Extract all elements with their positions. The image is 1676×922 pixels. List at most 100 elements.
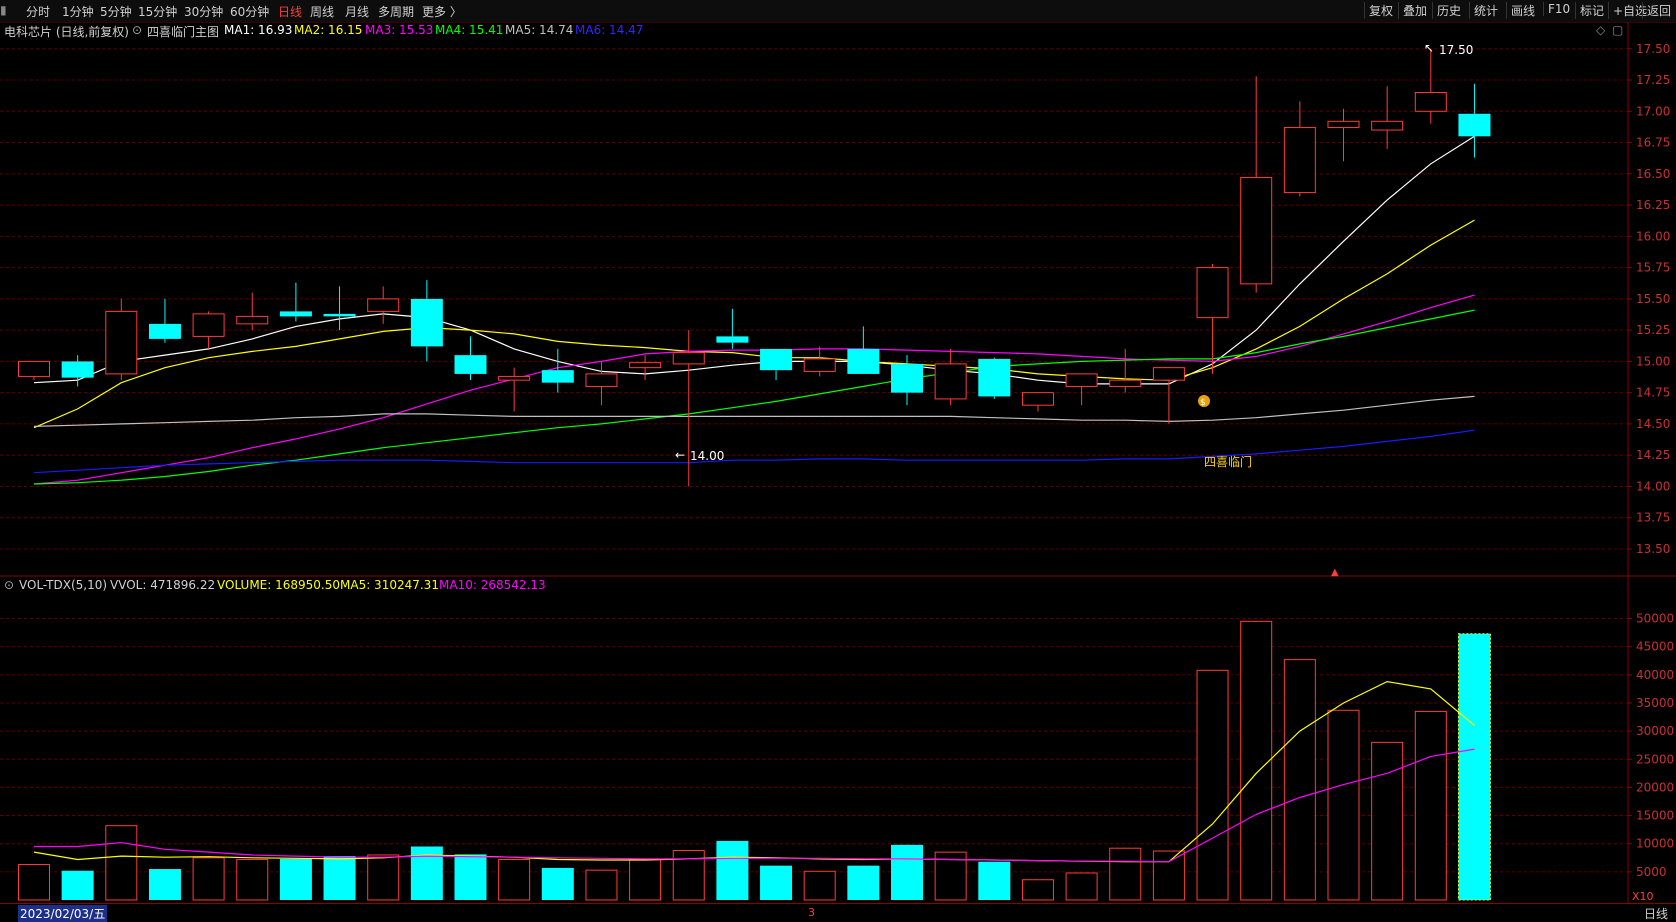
history-button[interactable]: 历史	[1432, 2, 1465, 19]
volume-tick-label: 15000	[1636, 809, 1674, 823]
period-tab-monthly[interactable]: 月线	[345, 3, 369, 20]
candle-body	[1196, 267, 1229, 319]
window-icon[interactable]: ▢	[1612, 23, 1623, 37]
overlay-button[interactable]: 叠加	[1398, 2, 1431, 19]
money-bag-icon	[1198, 395, 1210, 407]
candle	[847, 326, 880, 374]
projected-volume-outline	[1457, 633, 1491, 901]
volume-bars	[18, 620, 1491, 901]
volume-value: VOLUME: 168950.50	[217, 578, 340, 592]
period-tab-60min[interactable]: 60分钟	[230, 3, 269, 20]
period-tab-intraday[interactable]: 分时	[26, 3, 50, 20]
cursor-date: 2023/02/03/五	[18, 905, 108, 922]
vol-ma10-value: MA10: 268542.13	[439, 578, 546, 592]
volume-ma-line-ma10	[34, 748, 1475, 863]
candle	[1240, 76, 1273, 293]
f10-button[interactable]: F10	[1543, 2, 1574, 16]
candle	[1152, 367, 1185, 424]
volume-tick-label: 5000	[1636, 865, 1667, 879]
candle	[1458, 83, 1491, 158]
candle-body	[367, 298, 400, 312]
period-tab-more[interactable]: 更多 〉	[422, 3, 462, 20]
volume-tick-label: 40000	[1636, 668, 1674, 682]
ma1-value: MA1: 16.93	[224, 23, 293, 37]
collapse-icon[interactable]: ⊙	[132, 23, 142, 37]
price-tick-label: 15.25	[1636, 323, 1670, 337]
candle	[1065, 373, 1098, 406]
ma-line-ma6	[33, 429, 1475, 474]
price-tick-label: 15.50	[1636, 292, 1670, 306]
price-tick-label: 15.00	[1636, 354, 1670, 368]
volume-bar	[1414, 710, 1447, 901]
up-marker-icon: ▲	[1331, 567, 1339, 578]
price-tick-label: 14.75	[1636, 386, 1670, 400]
candle	[498, 367, 531, 412]
grid-lines	[0, 22, 1676, 903]
back-button[interactable]: 返回	[1642, 2, 1675, 19]
volume-bar	[1152, 850, 1185, 901]
candle	[934, 348, 967, 406]
candle	[978, 357, 1011, 399]
price-tick-label: 14.00	[1636, 479, 1670, 493]
candle	[1021, 392, 1054, 412]
ma-line-ma4	[33, 309, 1475, 485]
candle-body	[847, 348, 880, 374]
volume-ma-line-ma5	[33, 680, 1475, 863]
volume-bar	[629, 858, 662, 901]
volume-bar	[760, 865, 793, 900]
stats-button[interactable]: 统计	[1469, 2, 1502, 19]
volume-bar	[61, 870, 94, 900]
ma-line-ma2	[33, 219, 1475, 429]
candle	[760, 348, 793, 381]
period-tab-30min[interactable]: 30分钟	[184, 3, 223, 20]
collapse-icon[interactable]: ⊙	[4, 578, 14, 592]
candle-body	[279, 311, 312, 317]
volume-bar	[891, 844, 923, 900]
ma4-value: MA4: 15.41	[435, 23, 504, 37]
candle	[1414, 48, 1447, 124]
volume-bar	[18, 864, 50, 901]
candle-body	[891, 363, 923, 393]
candle	[1371, 86, 1404, 149]
candle-body	[760, 348, 793, 371]
mark-button[interactable]: 标记	[1575, 2, 1608, 19]
draw-button[interactable]: 画线	[1506, 2, 1539, 19]
candle-body	[1109, 379, 1142, 387]
period-tab-15min[interactable]: 15分钟	[138, 3, 177, 20]
period-tab-daily[interactable]: 日线	[278, 3, 302, 20]
candle	[585, 361, 618, 406]
volume-bar	[934, 851, 967, 901]
candle	[410, 280, 443, 362]
menu-icon[interactable]: ▮	[0, 3, 7, 17]
bottom-date-bar: 2023/02/03/五 3 日线	[0, 903, 1676, 922]
period-tab-weekly[interactable]: 周线	[310, 3, 334, 20]
period-tab-5min[interactable]: 5分钟	[100, 3, 132, 20]
adjust-button[interactable]: 复权	[1364, 2, 1397, 19]
high-arrow-icon: ↖	[1424, 41, 1434, 55]
price-tick-label: 16.25	[1636, 198, 1670, 212]
price-volume-chart[interactable]: 17.50 17.25 17.00 16.75 16.50 16.25 16.00 15.75…	[0, 0, 1676, 920]
volume-bar	[1371, 741, 1404, 901]
volume-indicator-name[interactable]: VOL-TDX(5,10)	[19, 578, 107, 592]
candle-body	[410, 298, 443, 347]
volume-bar	[1240, 620, 1273, 901]
scale-label: X10	[1632, 890, 1654, 903]
low-arrow-icon: ←	[675, 448, 685, 462]
indicator-name[interactable]: 四喜临门主图	[147, 23, 219, 40]
candle	[192, 311, 225, 349]
period-tab-1min[interactable]: 1分钟	[62, 3, 94, 20]
candle-body	[934, 363, 967, 400]
diamond-icon[interactable]: ◇	[1596, 23, 1605, 37]
vol-ma5-value: MA5: 310247.31	[340, 578, 439, 592]
candle-body	[716, 336, 749, 343]
price-tick-label: 13.50	[1636, 542, 1670, 556]
chart-annotations: 17.50 ↖ ← 14.00 四喜临门 $ ▲ X10	[675, 41, 1654, 903]
candle	[1327, 108, 1360, 162]
volume-bar	[454, 854, 487, 900]
candle	[148, 298, 181, 343]
period-tab-multi[interactable]: 多周期	[378, 3, 414, 20]
candle-body	[454, 355, 487, 374]
candle	[105, 298, 138, 381]
volume-bar	[585, 869, 618, 901]
volume-axis: 50000 45000 40000 35000 30000 25000 20000 15000…	[1628, 612, 1674, 879]
